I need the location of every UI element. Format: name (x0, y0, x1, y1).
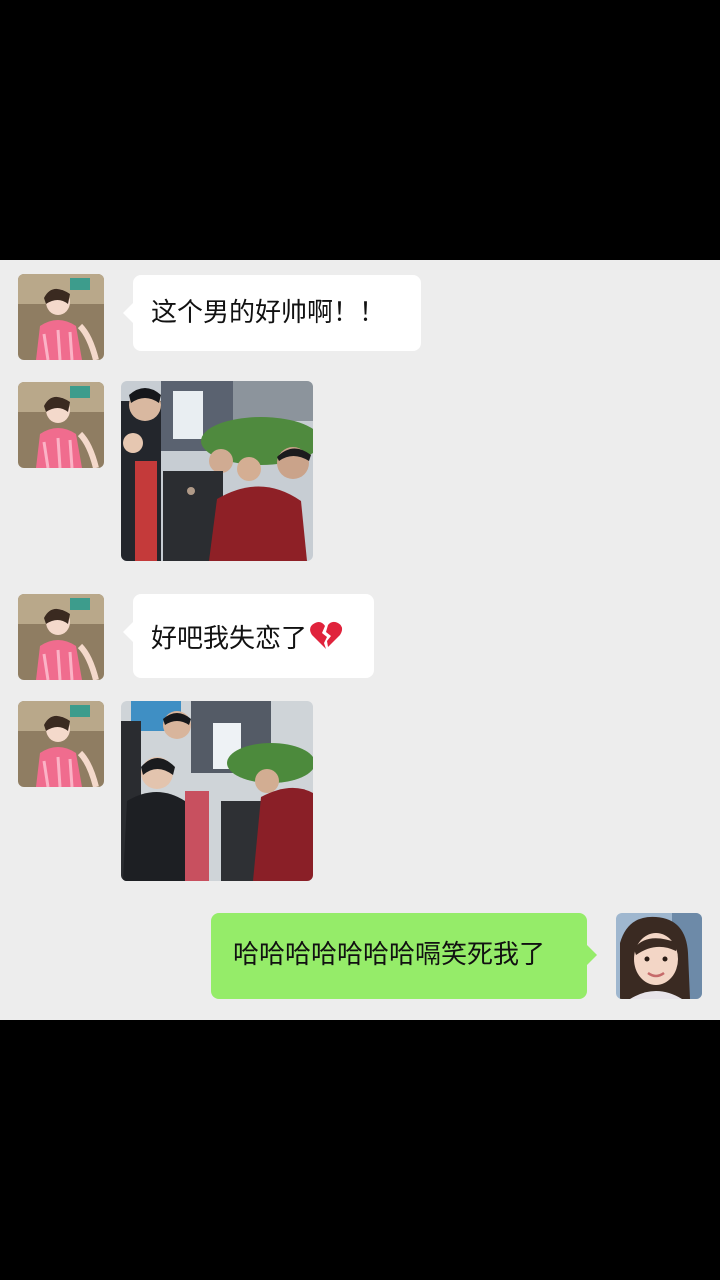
street-crowd-photo (121, 701, 313, 881)
message-bubble-incoming[interactable]: 好吧我失恋了 (123, 594, 374, 678)
contact-avatar[interactable] (18, 701, 104, 787)
contact-avatar[interactable] (18, 274, 104, 360)
message-text: 哈哈哈哈哈哈哈嗝笑死我了 (233, 940, 546, 970)
my-avatar[interactable] (616, 913, 702, 999)
message-bubble-outgoing[interactable]: 哈哈哈哈哈哈哈嗝笑死我了 (211, 913, 597, 999)
contact-avatar[interactable] (18, 382, 104, 468)
broken-heart-icon (309, 621, 343, 658)
image-message[interactable] (121, 701, 313, 881)
message-text: 这个男的好帅啊！！ (151, 298, 386, 328)
street-crowd-photo (121, 381, 313, 561)
image-message[interactable] (121, 381, 313, 561)
message-bubble-incoming[interactable]: 这个男的好帅啊！！ (123, 275, 421, 351)
message-text: 好吧我失恋了 (151, 624, 308, 654)
contact-avatar[interactable] (18, 594, 104, 680)
chat-area: 这个男的好帅啊！！ 好吧我失恋了 哈哈哈哈哈哈哈嗝笑死我了 (0, 260, 720, 1020)
